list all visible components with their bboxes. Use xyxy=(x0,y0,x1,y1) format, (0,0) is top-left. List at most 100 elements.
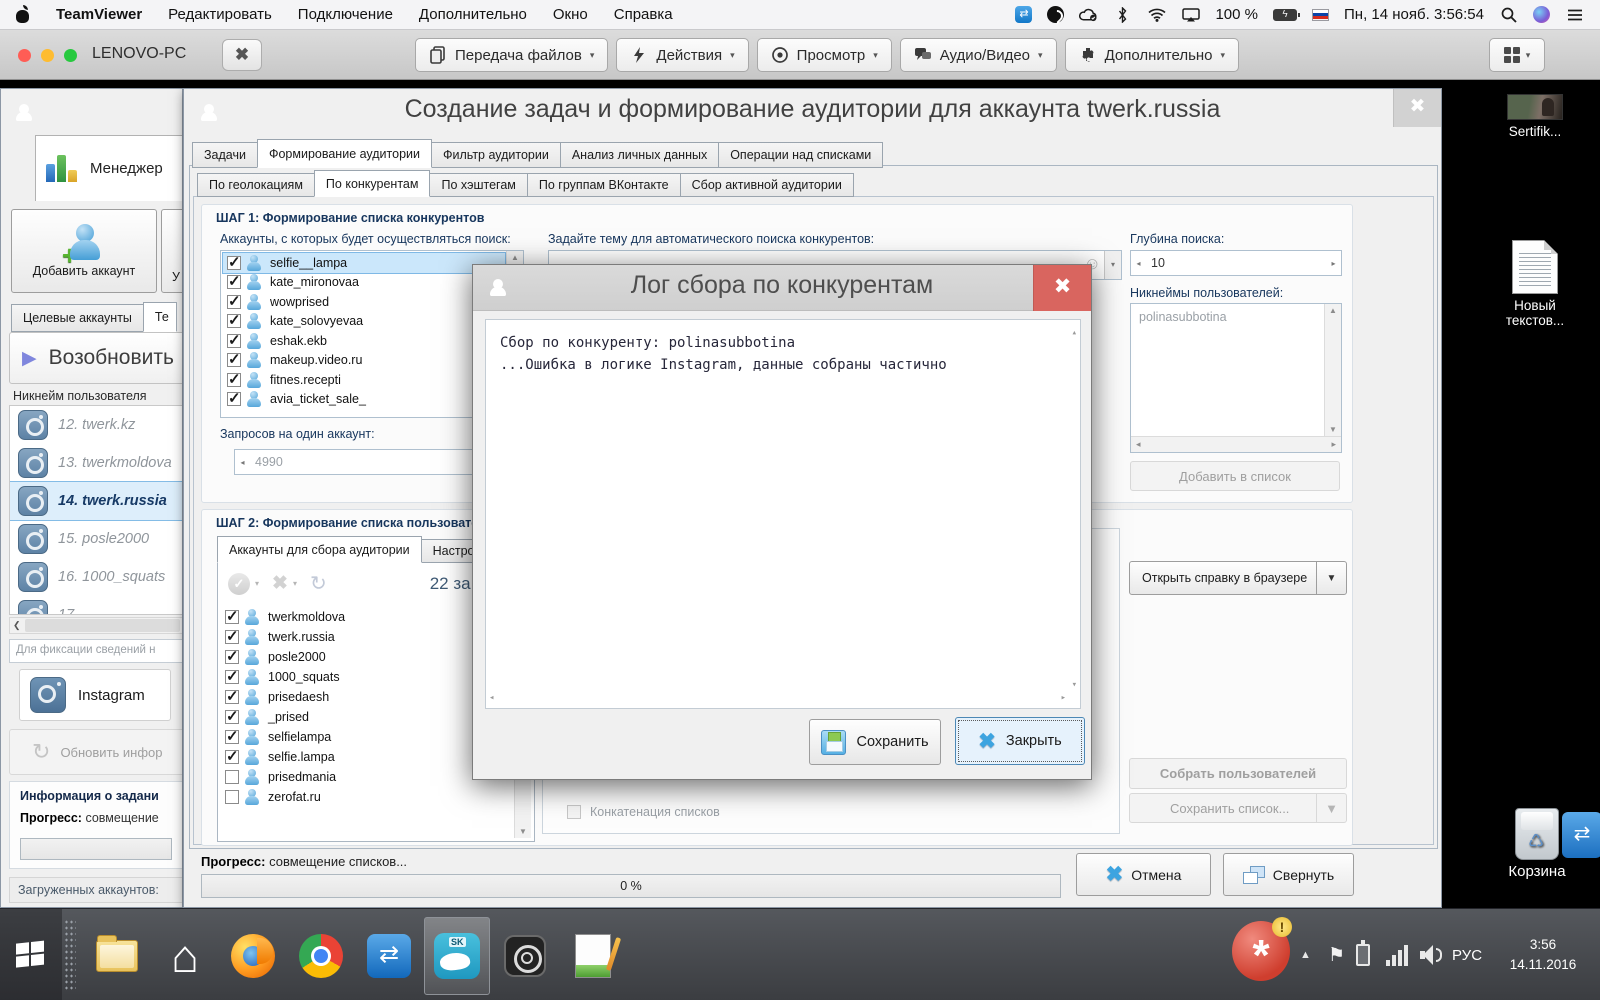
sidebar-account-row[interactable]: 14. twerk.russia xyxy=(10,482,183,520)
sidebar-account-row[interactable]: 13. twerkmoldova xyxy=(10,444,183,482)
siri-icon[interactable] xyxy=(1533,6,1550,23)
subtab-vk-groups[interactable]: По группам ВКонтакте xyxy=(527,173,681,197)
row-checkbox[interactable] xyxy=(225,650,239,664)
instagram-button[interactable]: Instagram xyxy=(19,669,171,721)
competitor-row[interactable]: makeup.video.ru xyxy=(223,351,505,371)
spotlight-search-icon[interactable] xyxy=(1499,6,1518,24)
scroll-right-icon[interactable]: ▸ xyxy=(1061,691,1066,705)
taskbar-grip[interactable] xyxy=(64,919,76,991)
minimize-button[interactable]: Свернуть xyxy=(1223,853,1354,896)
row-checkbox[interactable] xyxy=(225,690,239,704)
tray-clock[interactable]: 3:56 14.11.2016 xyxy=(1496,909,1590,1000)
tray-action-center[interactable]: ⚑ xyxy=(1328,909,1345,1000)
competitor-row[interactable]: wowprised xyxy=(223,292,505,312)
tab-tasks[interactable]: Задачи xyxy=(192,142,258,168)
tab-personal-data[interactable]: Анализ личных данных xyxy=(560,142,719,168)
taskbar-notes-app[interactable] xyxy=(560,917,626,995)
theme-dropdown-button[interactable]: ▾ xyxy=(1104,251,1121,279)
input-language-flag-icon[interactable] xyxy=(1312,9,1329,21)
row-checkbox[interactable] xyxy=(225,790,239,804)
scrollbar-thumb[interactable] xyxy=(25,619,180,632)
competitor-row[interactable]: selfie__lampa xyxy=(223,253,505,273)
audio-video-button[interactable]: Аудио/Видео▾ xyxy=(900,38,1057,72)
row-checkbox[interactable] xyxy=(225,610,239,624)
scroll-up-icon[interactable]: ▲ xyxy=(1329,306,1337,315)
collect-account-row[interactable]: _prised xyxy=(221,707,513,727)
row-checkbox[interactable] xyxy=(225,670,239,684)
concat-checkbox-row[interactable]: Конкатенация списков xyxy=(567,805,720,819)
cloud-sync-icon[interactable] xyxy=(1079,6,1098,24)
tray-volume[interactable] xyxy=(1420,909,1442,1000)
concat-checkbox[interactable] xyxy=(567,805,581,819)
resume-button[interactable]: ▶ Возобновить xyxy=(9,332,183,384)
log-textarea[interactable]: Сбор по конкуренту: polinasubbotina...Ош… xyxy=(485,319,1081,709)
teamviewer-desktop-icon[interactable] xyxy=(1562,812,1600,858)
subtab-hashtags[interactable]: По хэштегам xyxy=(429,173,527,197)
menubar-menu-item[interactable]: Дополнительно xyxy=(419,6,527,23)
taskbar-home[interactable]: ⌂ xyxy=(152,917,218,995)
scroll-up-icon[interactable]: ▲ xyxy=(511,253,519,262)
caret-down-icon[interactable]: ▾ xyxy=(293,579,297,588)
scroll-down-icon[interactable]: ▼ xyxy=(1329,425,1337,434)
row-checkbox[interactable] xyxy=(227,314,241,328)
scroll-left-icon[interactable]: ◂ xyxy=(489,691,494,705)
menubar-menu-item[interactable]: Редактировать xyxy=(168,6,272,23)
row-checkbox[interactable] xyxy=(225,730,239,744)
nickname-item[interactable]: polinasubbotina xyxy=(1131,304,1341,324)
scroll-up-icon[interactable]: ▴ xyxy=(1072,326,1077,340)
row-checkbox[interactable] xyxy=(225,630,239,644)
horizontal-scrollbar[interactable]: ◂▸ xyxy=(1131,436,1341,452)
vertical-scrollbar[interactable]: ▲▼ xyxy=(1324,304,1341,436)
partial-button[interactable]: У xyxy=(161,209,183,293)
check-all-icon[interactable]: ✓ xyxy=(228,573,250,595)
row-checkbox[interactable] xyxy=(225,750,239,764)
tray-language[interactable]: РУС xyxy=(1452,909,1482,1000)
fixation-input[interactable]: Для фиксации сведений н xyxy=(9,639,183,663)
open-help-button[interactable]: Открыть справку в браузере ▼ xyxy=(1129,561,1347,595)
manager-tab[interactable]: Менеджер xyxy=(35,135,183,201)
session-close-button[interactable]: ✖ xyxy=(222,39,262,71)
spin-right-icon[interactable]: ▸ xyxy=(1326,259,1341,268)
collect-account-row[interactable]: prisedaesh xyxy=(221,687,513,707)
taskbar-chrome[interactable] xyxy=(288,917,354,995)
row-checkbox[interactable] xyxy=(227,392,241,406)
collect-account-row[interactable]: selfie.lampa xyxy=(221,747,513,767)
scroll-down-icon[interactable]: ▼ xyxy=(519,827,527,836)
collect-account-row[interactable]: zerofat.ru xyxy=(221,787,513,807)
tab-list-operations[interactable]: Операции над списками xyxy=(718,142,883,168)
collect-account-row[interactable]: posle2000 xyxy=(221,647,513,667)
cancel-button[interactable]: ✖ Отмена xyxy=(1076,853,1211,896)
tray-network[interactable] xyxy=(1386,909,1408,1000)
sidebar-account-row[interactable]: 16. 1000_squats xyxy=(10,558,183,596)
subtab-geolocation[interactable]: По геолокациям xyxy=(197,173,315,197)
monitor-select-button[interactable]: ▾ xyxy=(1489,38,1545,72)
competitor-row[interactable]: kate_mironovaa xyxy=(223,273,505,293)
scroll-right-icon[interactable]: ▸ xyxy=(1331,439,1336,450)
view-button[interactable]: Просмотр▾ xyxy=(757,38,892,72)
desktop-icon-text-file[interactable]: Новый текстов... xyxy=(1470,240,1600,328)
close-traffic-light[interactable] xyxy=(18,49,31,62)
row-checkbox[interactable] xyxy=(227,373,241,387)
apple-menu-icon[interactable] xyxy=(16,7,30,23)
row-checkbox[interactable] xyxy=(227,256,241,270)
bluetooth-icon[interactable] xyxy=(1113,6,1132,24)
refresh-list-icon[interactable]: ↻ xyxy=(310,571,327,596)
window-close-button[interactable]: ✖ xyxy=(1393,89,1441,127)
taskbar-explorer[interactable] xyxy=(84,917,150,995)
tab-audience-forming[interactable]: Формирование аудитории xyxy=(257,139,432,168)
add-account-button[interactable]: + Добавить аккаунт xyxy=(11,209,157,293)
menubar-menu-item[interactable]: Подключение xyxy=(298,6,393,23)
spin-left-icon[interactable]: ◂ xyxy=(235,458,250,467)
refresh-info-button[interactable]: ↻ Обновить инфор xyxy=(9,729,183,775)
sidebar-account-row[interactable]: 15. posle2000 xyxy=(10,520,183,558)
wifi-icon[interactable] xyxy=(1147,6,1166,24)
taskbar-notification-app[interactable] xyxy=(1232,921,1290,981)
competitor-row[interactable]: fitnes.recepti xyxy=(223,370,505,390)
taskbar-firefox[interactable] xyxy=(220,917,286,995)
collect-account-row[interactable]: 1000_squats xyxy=(221,667,513,687)
notification-center-icon[interactable] xyxy=(1565,6,1584,24)
row-checkbox[interactable] xyxy=(225,770,239,784)
dialog-close-button[interactable]: ✖ xyxy=(1033,265,1091,311)
collect-account-row[interactable]: twerkmoldova xyxy=(221,607,513,627)
spin-left-icon[interactable]: ◂ xyxy=(1131,259,1146,268)
